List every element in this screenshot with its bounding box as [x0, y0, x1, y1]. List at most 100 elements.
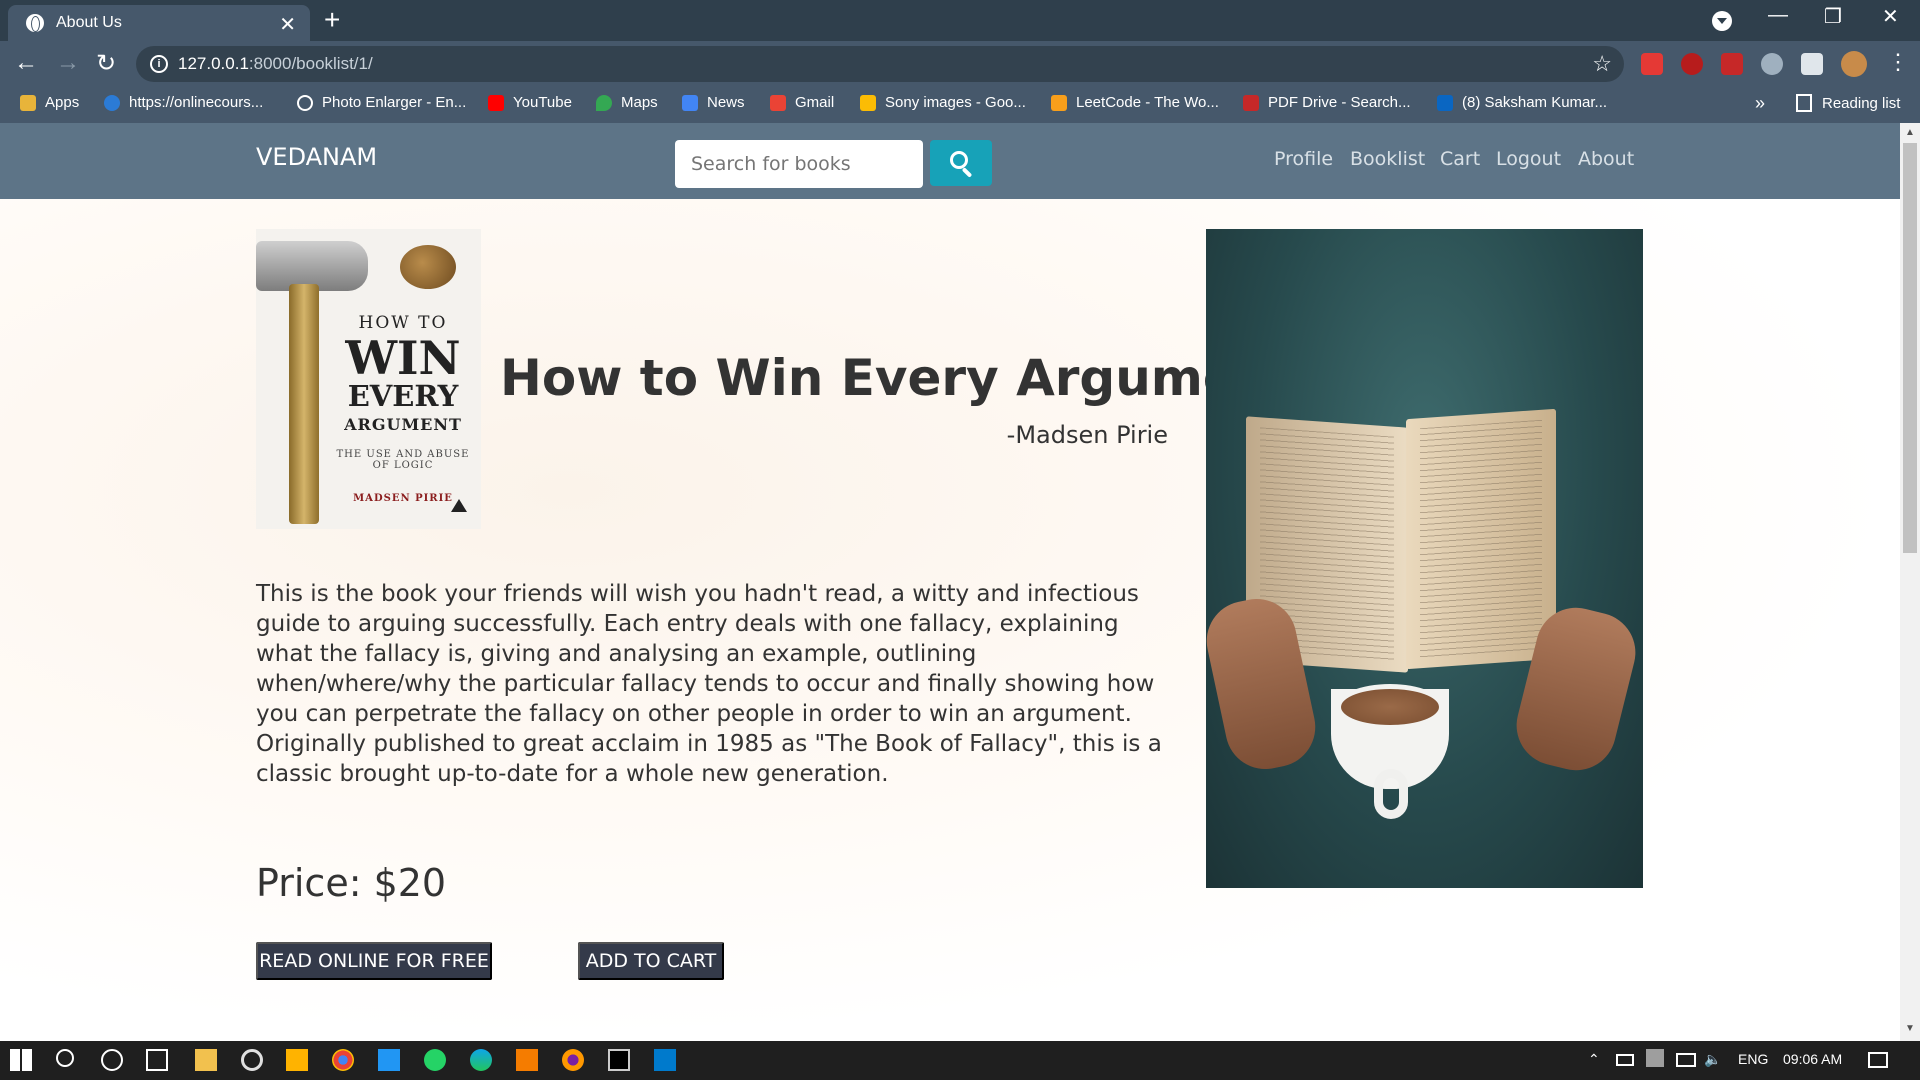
- nav-booklist[interactable]: Booklist: [1350, 148, 1425, 170]
- edge-icon[interactable]: [470, 1049, 492, 1071]
- browser-tab-strip: About Us ✕ + — ❐ ✕: [0, 0, 1920, 41]
- bookmark-gmail[interactable]: Gmail: [770, 94, 834, 111]
- drive-icon: [860, 94, 876, 111]
- network-icon[interactable]: [1676, 1053, 1696, 1067]
- gmail-icon: [770, 94, 786, 111]
- news-icon: [682, 94, 698, 111]
- tab-search-icon[interactable]: [1712, 11, 1732, 31]
- reading-list-button[interactable]: Reading list: [1796, 94, 1900, 112]
- cloud-extension-icon[interactable]: [1761, 53, 1783, 75]
- maps-pin-icon: [596, 94, 612, 111]
- tab-title: About Us: [56, 14, 122, 31]
- add-to-cart-button[interactable]: ADD TO CART: [578, 942, 724, 980]
- bookmark-photo-enlarger[interactable]: Photo Enlarger - En...: [297, 94, 466, 111]
- bookmarks-overflow-icon[interactable]: »: [1755, 93, 1765, 114]
- restore-icon[interactable]: ❐: [1824, 4, 1842, 29]
- reading-photo: [1206, 229, 1643, 888]
- pocket-extension-icon[interactable]: [1641, 53, 1663, 75]
- bookmarks-bar: Apps https://onlinecours... Photo Enlarg…: [0, 87, 1920, 123]
- chrome-icon[interactable]: [332, 1049, 354, 1071]
- search-icon[interactable]: [56, 1049, 74, 1067]
- windows-start-icon[interactable]: [10, 1049, 32, 1071]
- tray-app-icon[interactable]: [1646, 1049, 1664, 1067]
- edge-icon: [104, 94, 120, 111]
- mail-icon[interactable]: [378, 1049, 400, 1071]
- book-search-input[interactable]: [675, 140, 923, 188]
- profile-avatar[interactable]: [1841, 51, 1867, 77]
- reload-icon[interactable]: ↻: [96, 49, 116, 78]
- volume-icon[interactable]: 🔈: [1704, 1051, 1721, 1068]
- youtube-icon: [488, 94, 504, 111]
- publisher-logo-icon: [451, 499, 467, 512]
- puzzle-extensions-icon[interactable]: [1801, 53, 1823, 75]
- tray-chevron-icon[interactable]: ⌃: [1588, 1051, 1600, 1068]
- new-tab-button[interactable]: +: [324, 4, 340, 36]
- vscode-icon[interactable]: [654, 1049, 676, 1071]
- terminal-icon[interactable]: [608, 1049, 630, 1071]
- url-path: :8000/booklist/1/: [248, 54, 373, 73]
- window-close-icon[interactable]: ✕: [1882, 4, 1899, 29]
- language-indicator[interactable]: ENG: [1738, 1051, 1768, 1067]
- page-viewport: VEDANAM Profile Booklist Cart Logout Abo…: [0, 123, 1900, 1041]
- bookmark-onlinecourses[interactable]: https://onlinecours...: [104, 94, 263, 111]
- whatsapp-icon[interactable]: [424, 1049, 446, 1071]
- minimize-icon[interactable]: —: [1768, 4, 1788, 27]
- windows-taskbar: ⌃ 🔈 ENG 09:06 AM: [0, 1041, 1920, 1080]
- pdf-icon: [1243, 94, 1259, 111]
- book-cover-image: HOW TO WIN EVERY ARGUMENT THE USE AND AB…: [256, 229, 481, 529]
- globe-icon: [26, 14, 44, 32]
- bookmark-linkedin[interactable]: (8) Saksham Kumar...: [1437, 94, 1607, 111]
- cover-text: HOW TO: [358, 313, 448, 333]
- battery-icon[interactable]: [1616, 1054, 1634, 1066]
- record-extension-icon[interactable]: [1681, 53, 1703, 75]
- scroll-up-icon[interactable]: ▲: [1905, 127, 1915, 138]
- nav-profile[interactable]: Profile: [1274, 148, 1333, 170]
- file-explorer-icon[interactable]: [195, 1049, 217, 1071]
- notifications-icon[interactable]: [1868, 1052, 1888, 1068]
- scrollbar-thumb[interactable]: [1903, 143, 1917, 553]
- book-title: How to Win Every Argument: [500, 349, 1297, 407]
- forward-icon[interactable]: →: [56, 49, 80, 77]
- bookmark-sony-images[interactable]: Sony images - Goo...: [860, 94, 1026, 111]
- reading-list-icon: [1796, 94, 1812, 112]
- address-bar[interactable]: i 127.0.0.1:8000/booklist/1/ ☆: [136, 46, 1624, 82]
- back-icon[interactable]: ←: [14, 49, 38, 77]
- site-navbar: VEDANAM Profile Booklist Cart Logout Abo…: [0, 123, 1900, 199]
- bookmark-leetcode[interactable]: LeetCode - The Wo...: [1051, 94, 1219, 111]
- scroll-down-icon[interactable]: ▼: [1905, 1023, 1915, 1034]
- read-online-button[interactable]: READ ONLINE FOR FREE: [256, 942, 492, 980]
- browser-toolbar: ← → ↻ i 127.0.0.1:8000/booklist/1/ ☆ ⋮: [0, 41, 1920, 87]
- site-brand[interactable]: VEDANAM: [256, 143, 377, 171]
- close-tab-icon[interactable]: ✕: [279, 12, 296, 37]
- firefox-icon[interactable]: [562, 1049, 584, 1071]
- search-icon: [950, 151, 968, 169]
- page-scrollbar[interactable]: ▲ ▼: [1900, 123, 1920, 1041]
- bookmark-maps[interactable]: Maps: [596, 94, 658, 111]
- cover-subtitle: THE USE AND ABUSE OF LOGIC: [336, 449, 470, 471]
- nav-about[interactable]: About: [1578, 148, 1634, 170]
- apps-grid-icon: [20, 94, 36, 111]
- task-view-icon[interactable]: [146, 1049, 168, 1071]
- nav-logout[interactable]: Logout: [1496, 148, 1561, 170]
- nav-cart[interactable]: Cart: [1440, 148, 1480, 170]
- book-author: -Madsen Pirie: [1006, 421, 1168, 449]
- bookmark-youtube[interactable]: YouTube: [488, 94, 572, 111]
- clock[interactable]: 09:06 AM: [1783, 1051, 1842, 1067]
- search-button[interactable]: [930, 140, 992, 186]
- tab-about-us[interactable]: About Us ✕: [8, 5, 310, 41]
- store-icon[interactable]: [286, 1049, 308, 1071]
- book-price: Price: $20: [256, 861, 447, 905]
- cover-text: EVERY: [347, 379, 459, 413]
- adblock-extension-icon[interactable]: [1721, 53, 1743, 75]
- site-info-icon[interactable]: i: [150, 55, 168, 73]
- bookmark-pdf-drive[interactable]: PDF Drive - Search...: [1243, 94, 1411, 111]
- bookmark-star-icon[interactable]: ☆: [1592, 51, 1612, 77]
- bookmark-news[interactable]: News: [682, 94, 745, 111]
- menu-kebab-icon[interactable]: ⋮: [1887, 49, 1909, 75]
- sublime-icon[interactable]: [516, 1049, 538, 1071]
- obs-icon[interactable]: [241, 1049, 263, 1071]
- bookmark-apps[interactable]: Apps: [20, 94, 79, 111]
- book-description: This is the book your friends will wish …: [256, 581, 1162, 787]
- cortana-icon[interactable]: [101, 1049, 123, 1071]
- cover-text: ARGUMENT: [344, 415, 462, 434]
